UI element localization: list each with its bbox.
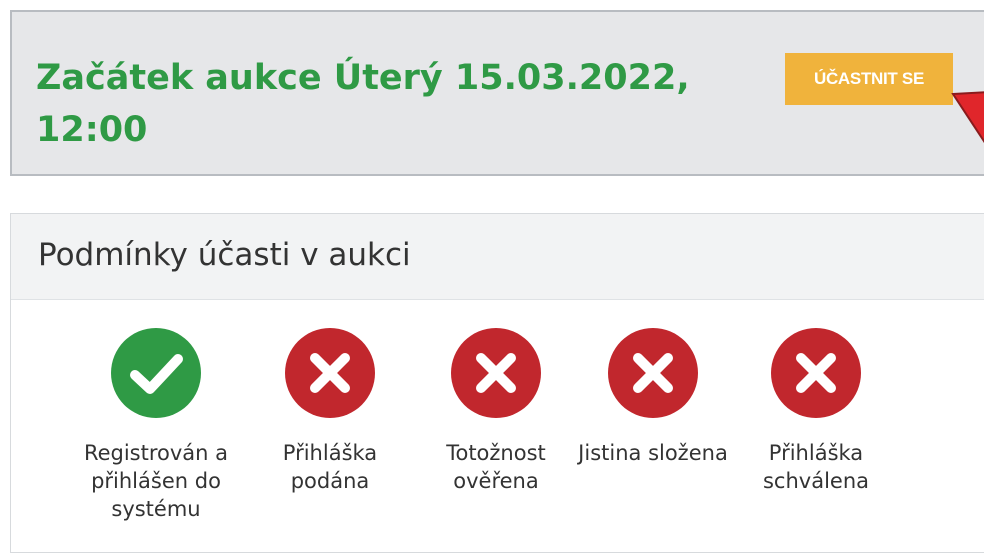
check-icon [111,328,201,418]
x-icon [771,328,861,418]
x-icon [608,328,698,418]
condition-label: Totožnost ověřena [446,441,546,493]
condition-application-submitted: Přihláška podána [255,327,405,495]
condition-application-approved: Přihláška schválena [741,327,891,495]
condition-label: Registrován a přihlášen do systému [83,441,229,521]
auction-start-bar: Začátek aukce Úterý 15.03.2022, 12:00 ÚČ… [10,10,984,176]
conditions-title: Podmínky účasti v aukci [38,237,411,273]
condition-identity-verified: Totožnost ověřena [421,327,571,495]
condition-label: Jistina složena [578,441,728,465]
condition-registered: Registrován a přihlášen do systému [81,327,231,523]
auction-start-title: Začátek aukce Úterý 15.03.2022, 12:00 [36,58,690,150]
condition-label: Přihláška podána [282,441,378,493]
condition-deposit-paid: Jistina složena [578,327,728,467]
x-icon [451,328,541,418]
red-arrow-icon [951,91,984,144]
condition-label: Přihláška schválena [762,441,870,493]
participate-button[interactable]: ÚČASTNIT SE [785,53,953,105]
x-icon [285,328,375,418]
conditions-panel: Podmínky účasti v aukci Registrován a př… [10,213,984,553]
